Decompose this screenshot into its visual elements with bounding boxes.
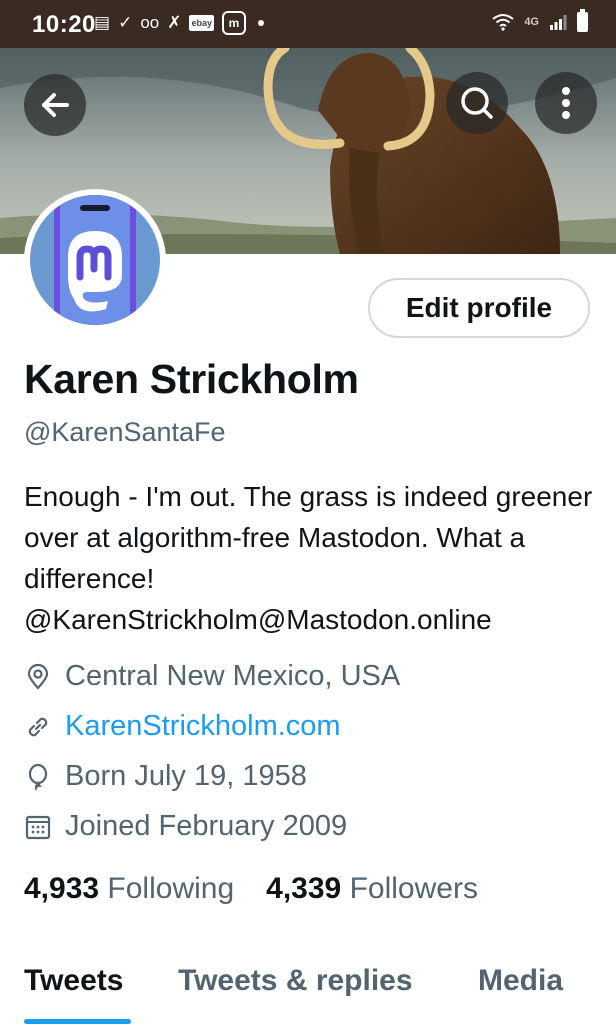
message-icon: ▤ bbox=[94, 13, 111, 32]
profile-bio: Enough - I'm out. The grass is indeed gr… bbox=[24, 481, 593, 635]
location-row: Central New Mexico, USA bbox=[24, 660, 400, 693]
location-text: Central New Mexico, USA bbox=[65, 660, 401, 692]
birthday-row: Born July 19, 1958 bbox=[24, 760, 307, 793]
back-button[interactable] bbox=[24, 74, 86, 136]
signal-icon bbox=[550, 15, 567, 30]
status-time: 10:20 bbox=[32, 11, 96, 38]
more-options-button[interactable] bbox=[535, 72, 597, 134]
missed-call-icon: ✗ bbox=[167, 13, 182, 32]
tab-tweets[interactable]: Tweets bbox=[24, 964, 123, 998]
network-type: 4G bbox=[524, 16, 539, 28]
followers-link[interactable]: 4,339 Followers bbox=[266, 872, 478, 906]
check-circle-icon: ✓ bbox=[118, 13, 133, 32]
back-arrow-icon bbox=[42, 93, 69, 117]
dot-icon bbox=[258, 20, 264, 26]
tab-media[interactable]: Media bbox=[478, 964, 563, 998]
avatar[interactable] bbox=[24, 189, 166, 331]
following-label: Following bbox=[107, 872, 235, 905]
status-bar: 10:20 ▤ ✓ oo ✗ ebay m 4G bbox=[0, 0, 616, 48]
profile-tabs: Tweets Tweets & replies Media bbox=[0, 950, 616, 1024]
location-pin-icon bbox=[27, 663, 49, 690]
mastodon-logo-icon bbox=[54, 195, 136, 325]
display-name: Karen Strickholm bbox=[24, 356, 359, 402]
joined-row: Joined February 2009 bbox=[24, 810, 347, 843]
joined-text: Joined February 2009 bbox=[65, 810, 348, 842]
followers-count: 4,339 bbox=[266, 872, 342, 905]
active-tab-indicator bbox=[24, 1019, 131, 1024]
search-icon bbox=[461, 87, 493, 119]
system-icons: 4G bbox=[492, 9, 588, 32]
website-row: KarenStrickholm.com bbox=[24, 710, 341, 743]
user-handle: @KarenSantaFe bbox=[24, 417, 226, 447]
followers-label: Followers bbox=[349, 872, 478, 905]
mastodon-icon: m bbox=[222, 11, 246, 35]
website-link[interactable]: KarenStrickholm.com bbox=[65, 710, 341, 743]
voicemail-icon: oo bbox=[140, 13, 160, 32]
more-vertical-icon bbox=[562, 87, 570, 119]
avatar-image bbox=[30, 195, 160, 325]
link-icon bbox=[28, 717, 48, 736]
follow-stats: 4,933 Following 4,339 Followers bbox=[24, 872, 478, 906]
search-button[interactable] bbox=[446, 72, 508, 134]
tab-tweets-and-replies[interactable]: Tweets & replies bbox=[178, 964, 413, 998]
notification-icons: ▤ ✓ oo ✗ ebay m bbox=[94, 10, 264, 36]
following-count: 4,933 bbox=[24, 872, 100, 905]
edit-profile-button[interactable]: Edit profile bbox=[368, 278, 590, 338]
ebay-icon: ebay bbox=[189, 15, 214, 31]
birthday-text: Born July 19, 1958 bbox=[65, 760, 307, 792]
wifi-icon bbox=[492, 14, 514, 31]
calendar-icon bbox=[25, 815, 51, 839]
following-link[interactable]: 4,933 Following bbox=[24, 872, 234, 906]
battery-icon bbox=[577, 9, 588, 32]
balloon-icon bbox=[28, 763, 48, 790]
